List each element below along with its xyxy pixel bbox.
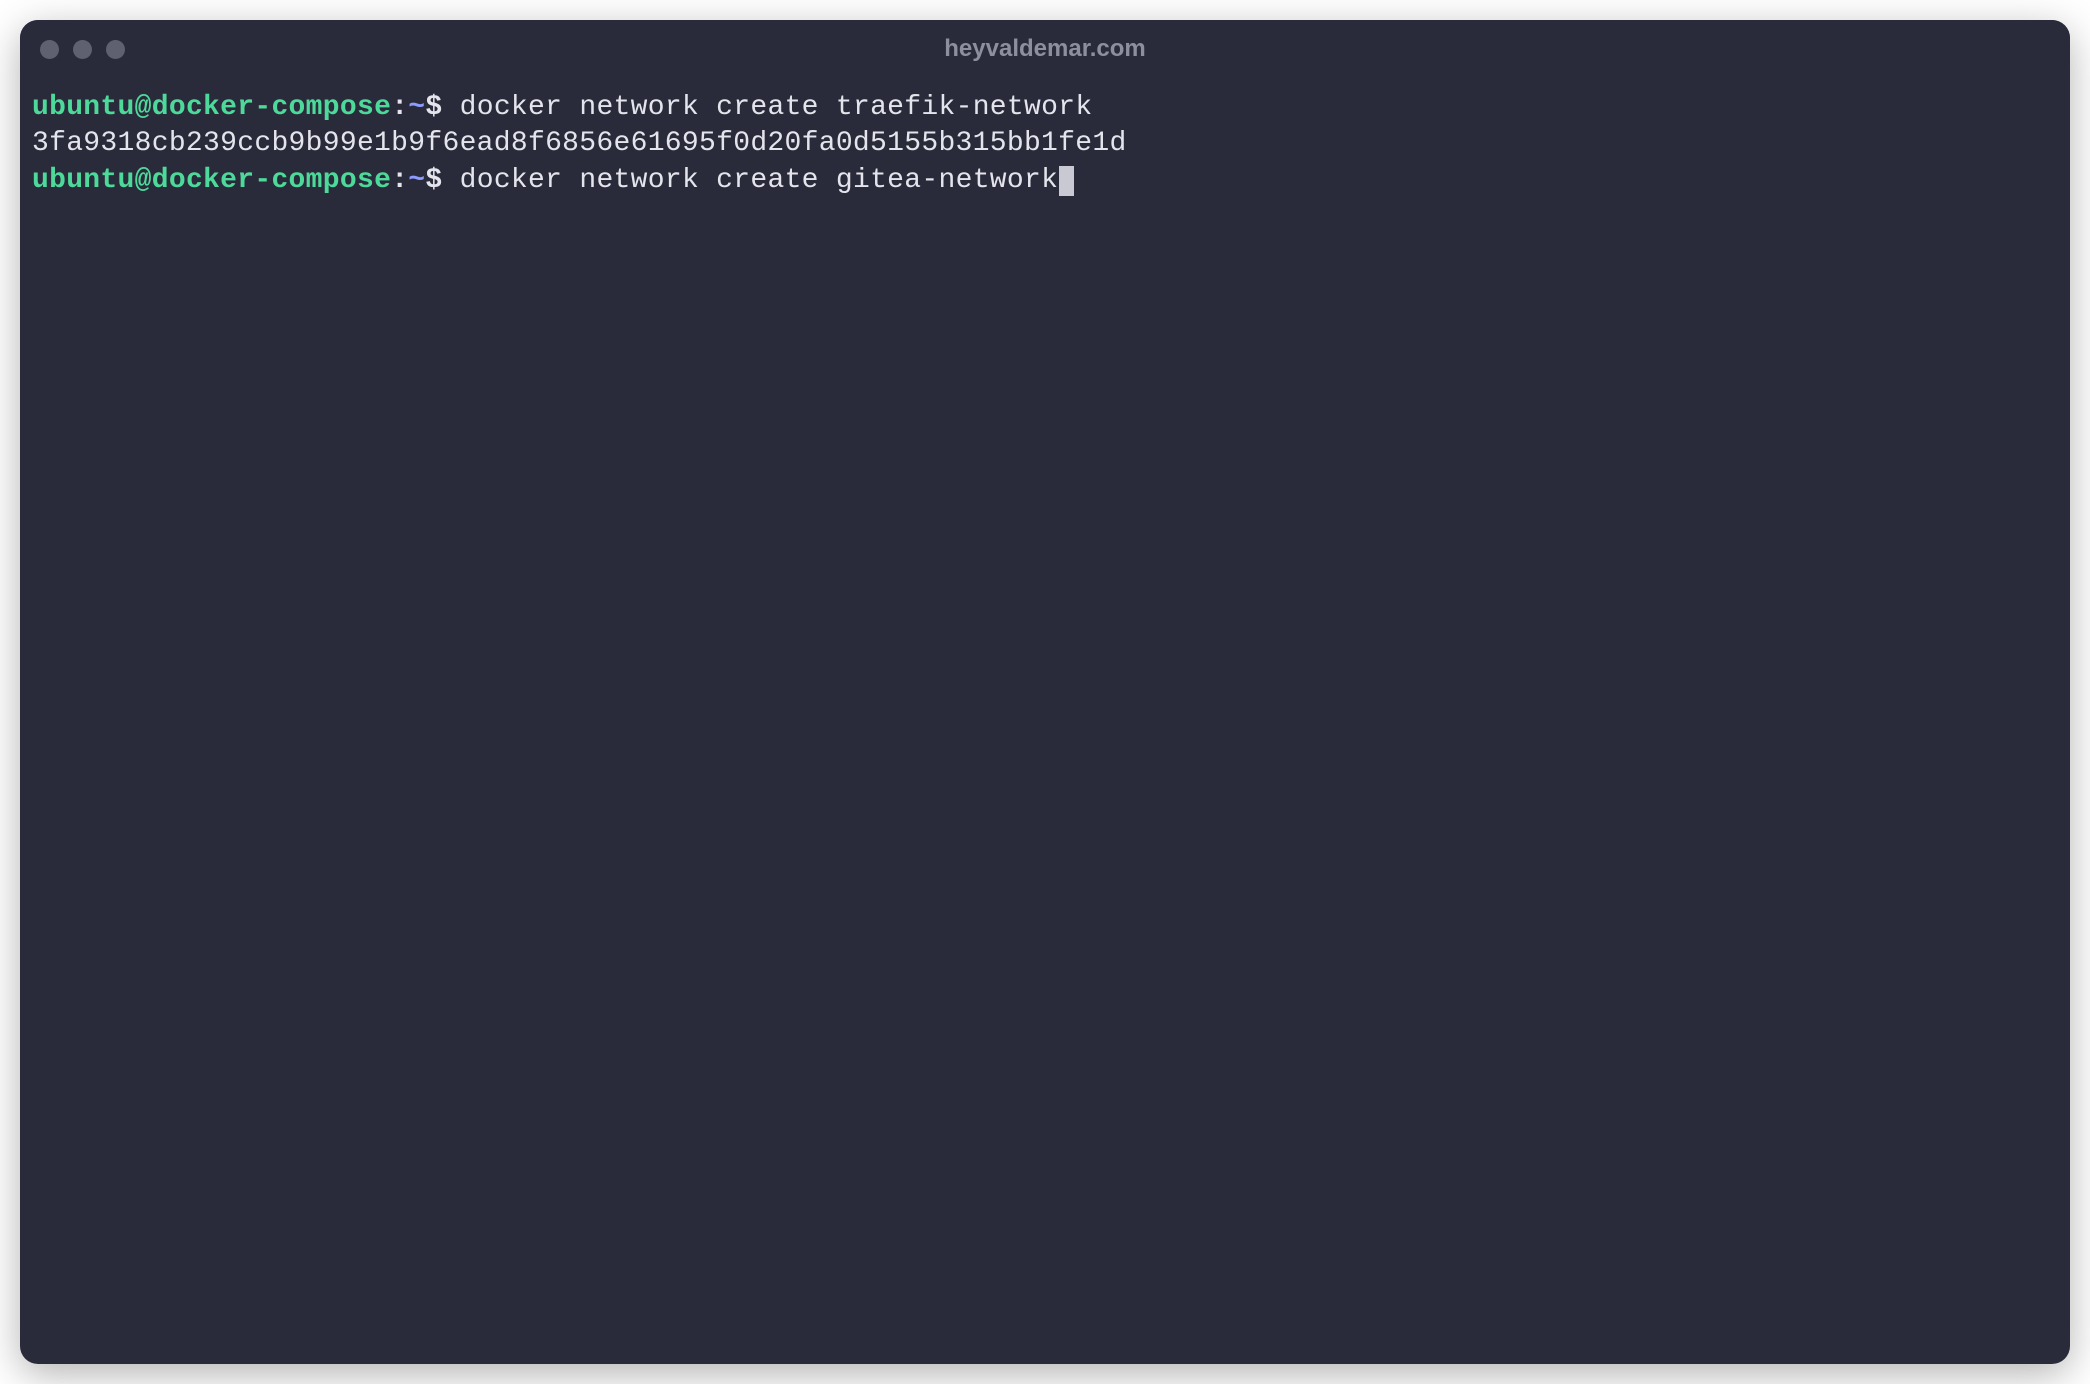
terminal-body[interactable]: ubuntu@docker-compose:~$ docker network … — [20, 78, 2070, 1364]
output-text: 3fa9318cb239ccb9b99e1b9f6ead8f6856e61695… — [32, 126, 1127, 162]
prompt-path: ~ — [408, 163, 425, 199]
window-title: heyvaldemar.com — [944, 35, 1145, 63]
command-text: docker network create traefik-network — [443, 90, 1093, 126]
terminal-line: ubuntu@docker-compose:~$ docker network … — [32, 90, 2058, 126]
close-icon[interactable] — [40, 40, 59, 59]
traffic-lights — [40, 40, 125, 59]
prompt-user: ubuntu@docker-compose — [32, 90, 391, 126]
prompt-colon: : — [391, 90, 408, 126]
cursor-icon — [1059, 166, 1074, 196]
terminal-window: heyvaldemar.com ubuntu@docker-compose:~$… — [20, 20, 2070, 1364]
prompt-colon: : — [391, 163, 408, 199]
minimize-icon[interactable] — [73, 40, 92, 59]
command-text: docker network create gitea-network — [443, 163, 1059, 199]
maximize-icon[interactable] — [106, 40, 125, 59]
terminal-line: ubuntu@docker-compose:~$ docker network … — [32, 163, 2058, 199]
title-bar: heyvaldemar.com — [20, 20, 2070, 78]
terminal-line: 3fa9318cb239ccb9b99e1b9f6ead8f6856e61695… — [32, 126, 2058, 162]
prompt-symbol: $ — [425, 90, 442, 126]
prompt-symbol: $ — [425, 163, 442, 199]
prompt-user: ubuntu@docker-compose — [32, 163, 391, 199]
prompt-path: ~ — [408, 90, 425, 126]
